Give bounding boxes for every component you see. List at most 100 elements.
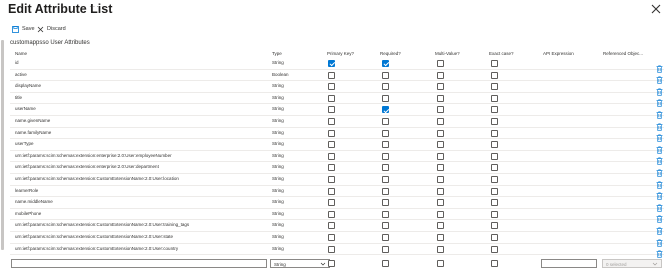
column-header-referenced-object[interactable]: Referenced Objec... (603, 51, 643, 56)
primary-checkbox[interactable] (328, 141, 335, 149)
table-row[interactable]: urn:ietf:params:scim:schemas:extension:e… (10, 151, 664, 165)
more-options-icon[interactable]: ··· (89, 2, 100, 11)
delete-icon[interactable] (656, 152, 663, 165)
required-checkbox[interactable] (382, 245, 389, 253)
delete-icon[interactable] (656, 129, 663, 142)
required-checkbox[interactable] (382, 164, 389, 172)
primary-checkbox[interactable] (328, 234, 335, 241)
save-button[interactable]: Save (12, 23, 35, 35)
attribute-type[interactable]: String (272, 118, 284, 123)
primary-checkbox[interactable] (328, 152, 335, 160)
required-checkbox[interactable] (382, 176, 389, 183)
attribute-type[interactable]: String (272, 106, 284, 111)
new-attribute-api-expression-input[interactable] (541, 259, 597, 268)
exact-checkbox[interactable] (491, 152, 498, 160)
attribute-type[interactable]: String (272, 141, 284, 146)
delete-icon[interactable] (656, 210, 663, 223)
new-attribute-name-input[interactable] (11, 259, 267, 268)
attribute-type[interactable]: String (272, 222, 284, 227)
table-row[interactable]: name.familyName String (10, 128, 664, 142)
delete-icon[interactable] (656, 83, 663, 96)
column-header-required[interactable]: Required? (380, 51, 401, 56)
delete-icon[interactable] (656, 94, 663, 107)
exact-checkbox[interactable] (491, 129, 498, 137)
attribute-type[interactable]: String (272, 60, 284, 65)
primary-checkbox[interactable] (328, 245, 335, 253)
scrollbar[interactable] (1, 40, 4, 250)
primary-checkbox[interactable] (328, 71, 335, 79)
multi-checkbox[interactable] (437, 94, 444, 102)
required-checkbox[interactable] (382, 187, 389, 195)
attribute-name[interactable]: displayName (15, 83, 41, 88)
multi-checkbox[interactable] (437, 129, 444, 137)
table-row[interactable]: learnerRole String (10, 186, 664, 200)
attribute-type[interactable]: String (272, 199, 284, 204)
attribute-type[interactable]: String (272, 246, 284, 251)
delete-icon[interactable] (656, 222, 663, 235)
attribute-type[interactable]: String (272, 164, 284, 169)
multi-checkbox[interactable] (437, 71, 444, 79)
delete-icon[interactable] (656, 176, 663, 189)
primary-checkbox[interactable] (328, 222, 335, 230)
table-row[interactable]: active Boolean (10, 70, 664, 84)
required-checkbox[interactable] (382, 60, 389, 67)
column-header-name[interactable]: Name (15, 51, 27, 56)
new-attribute-referenced-select[interactable]: 0 selected (602, 259, 662, 268)
column-header-multi-value[interactable]: Multi-Value? (435, 51, 460, 56)
table-row[interactable]: urn:ietf:params:scim:schemas:extension:C… (10, 220, 664, 235)
primary-checkbox[interactable] (328, 94, 335, 102)
exact-checkbox[interactable] (491, 199, 498, 207)
primary-checkbox[interactable] (328, 199, 335, 207)
exact-checkbox[interactable] (491, 222, 498, 230)
exact-checkbox[interactable] (491, 106, 498, 114)
required-checkbox[interactable] (382, 210, 389, 218)
required-checkbox[interactable] (382, 71, 389, 79)
attribute-name[interactable]: mobilePhone (15, 211, 41, 216)
exact-checkbox[interactable] (491, 187, 498, 195)
required-checkbox[interactable] (382, 83, 389, 91)
new-attribute-required-checkbox[interactable] (382, 260, 389, 267)
column-header-primary-key[interactable]: Primary Key? (327, 51, 354, 56)
table-row[interactable]: urn:ietf:params:scim:schemas:extension:C… (10, 232, 664, 247)
delete-icon[interactable] (656, 71, 663, 84)
attribute-type[interactable]: String (272, 95, 284, 100)
required-checkbox[interactable] (382, 129, 389, 137)
attribute-name[interactable]: active (15, 72, 27, 77)
column-header-type[interactable]: Type (272, 51, 282, 56)
multi-checkbox[interactable] (437, 60, 444, 67)
exact-checkbox[interactable] (491, 71, 498, 79)
multi-checkbox[interactable] (437, 187, 444, 195)
exact-checkbox[interactable] (491, 60, 498, 67)
multi-checkbox[interactable] (437, 176, 444, 183)
column-header-exact-case[interactable]: Exact case? (489, 51, 514, 56)
attribute-name[interactable]: urn:ietf:params:scim:schemas:extension:C… (15, 176, 179, 181)
attribute-name[interactable]: userName (15, 106, 36, 111)
attribute-type[interactable]: String (272, 234, 284, 239)
primary-checkbox[interactable] (328, 176, 335, 183)
delete-icon[interactable] (656, 118, 663, 131)
attribute-name[interactable]: name.middleName (15, 199, 53, 204)
delete-icon[interactable] (656, 245, 663, 258)
new-attribute-type-select[interactable]: String (270, 259, 330, 268)
attribute-type[interactable]: String (272, 83, 284, 88)
exact-checkbox[interactable] (491, 141, 498, 149)
required-checkbox[interactable] (382, 234, 389, 241)
attribute-name[interactable]: urn:ietf:params:scim:schemas:extension:e… (15, 164, 159, 169)
attribute-type[interactable]: String (272, 176, 284, 181)
table-row[interactable]: urn:ietf:params:scim:schemas:extension:C… (10, 174, 664, 189)
multi-checkbox[interactable] (437, 83, 444, 91)
multi-checkbox[interactable] (437, 106, 444, 114)
attribute-type[interactable]: Boolean (272, 72, 289, 77)
attribute-name[interactable]: urn:ietf:params:scim:schemas:extension:C… (15, 222, 189, 227)
exact-checkbox[interactable] (491, 245, 498, 253)
attribute-type[interactable]: String (272, 188, 284, 193)
attribute-type[interactable]: String (272, 130, 284, 135)
attribute-name[interactable]: name.givenName (15, 118, 50, 123)
multi-checkbox[interactable] (437, 199, 444, 207)
required-checkbox[interactable] (382, 94, 389, 102)
delete-icon[interactable] (656, 141, 663, 154)
table-row[interactable]: title String (10, 93, 664, 107)
multi-checkbox[interactable] (437, 210, 444, 218)
multi-checkbox[interactable] (437, 141, 444, 149)
attribute-name[interactable]: title (15, 95, 22, 100)
